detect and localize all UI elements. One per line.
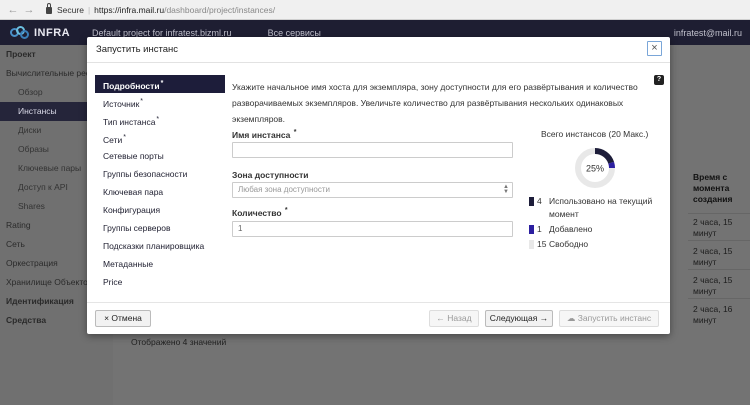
close-button[interactable]: ×	[647, 41, 662, 56]
back-arrow-icon[interactable]: ←	[6, 3, 20, 17]
step-network-ports[interactable]: Сетевые порты	[95, 147, 225, 165]
url-path: /dashboard/project/instances/	[164, 4, 276, 15]
availability-zone-select[interactable]: Любая зона доступности ▲ ▼	[232, 182, 513, 198]
quota-title: Всего инстансов (20 Макс.)	[541, 129, 649, 139]
user-menu[interactable]: infratest@mail.ru	[674, 28, 742, 38]
step-configuration[interactable]: Конфигурация	[95, 201, 225, 219]
forward-arrow-icon[interactable]: →	[22, 3, 36, 17]
back-button[interactable]: ← Назад	[429, 310, 479, 327]
quota-percent: 25%	[586, 164, 604, 174]
lock-icon	[46, 3, 52, 14]
step-metadata[interactable]: Метаданные	[95, 255, 225, 273]
secure-label: Secure	[57, 4, 84, 15]
step-server-groups[interactable]: Группы серверов	[95, 219, 225, 237]
project-selector[interactable]: Default project for infratest.bizml.ru	[92, 28, 232, 38]
next-button[interactable]: Следующая →	[485, 310, 553, 327]
step-networks[interactable]: Сети*	[95, 129, 225, 147]
instance-name-input[interactable]	[232, 142, 513, 158]
step-description: Укажите начальное имя хоста для экземпля…	[232, 82, 638, 124]
step-flavor[interactable]: Тип инстанса*	[95, 111, 225, 129]
legend-free: 15 Свободно	[529, 238, 659, 251]
step-details[interactable]: Подробности*	[95, 75, 225, 93]
step-source[interactable]: Источник*	[95, 93, 225, 111]
modal-header: Запустить инстанс	[87, 37, 670, 63]
step-security-groups[interactable]: Группы безопасности	[95, 165, 225, 183]
quota-donut-chart: 25%	[575, 148, 615, 188]
table-row: 2 часа, 16 минут	[693, 304, 733, 325]
services-menu[interactable]: Все сервисы	[268, 28, 321, 38]
availability-zone-label: Зона доступности	[232, 170, 309, 180]
cancel-button[interactable]: × Отмена	[95, 310, 151, 327]
logo[interactable]: INFRA	[10, 25, 72, 40]
legend-added: 1 Добавлено	[529, 223, 659, 236]
quota-current-arc	[594, 148, 615, 164]
modal-title: Запустить инстанс	[96, 44, 178, 55]
step-price[interactable]: Price	[95, 273, 225, 291]
legend-current: 4 Использовано на текущий момент	[529, 195, 659, 221]
select-arrows-icon: ▲ ▼	[503, 184, 509, 195]
launch-instance-modal: Запустить инстанс × Подробности* Источни…	[87, 37, 670, 334]
step-scheduler-hints[interactable]: Подсказки планировщика	[95, 237, 225, 255]
url-host: https://infra.mail.ru	[94, 4, 165, 15]
instance-name-label: Имя инстанса *	[232, 129, 297, 140]
address-bar[interactable]: Secure | https://infra.mail.ru /dashboar…	[46, 3, 276, 15]
logo-text: INFRA	[34, 26, 71, 39]
quota-legend: 4 Использовано на текущий момент 1 Добав…	[529, 195, 659, 253]
count-input[interactable]: 1	[232, 221, 513, 237]
table-footer-count: Отображено 4 значений	[131, 337, 227, 347]
wizard-steps: Подробности* Источник* Тип инстанса* Сет…	[95, 75, 225, 291]
logo-icon	[10, 25, 30, 40]
table-header-created: Время с момента создания	[693, 172, 733, 204]
step-key-pair[interactable]: Ключевая пара	[95, 183, 225, 201]
launch-instance-button[interactable]: ☁ Запустить инстанс	[559, 310, 659, 327]
count-label: Количество *	[232, 207, 288, 218]
browser-toolbar: ← → Secure | https://infra.mail.ru /dash…	[0, 0, 750, 20]
help-icon[interactable]: ?	[654, 75, 664, 85]
quota-added-arc	[608, 161, 615, 169]
